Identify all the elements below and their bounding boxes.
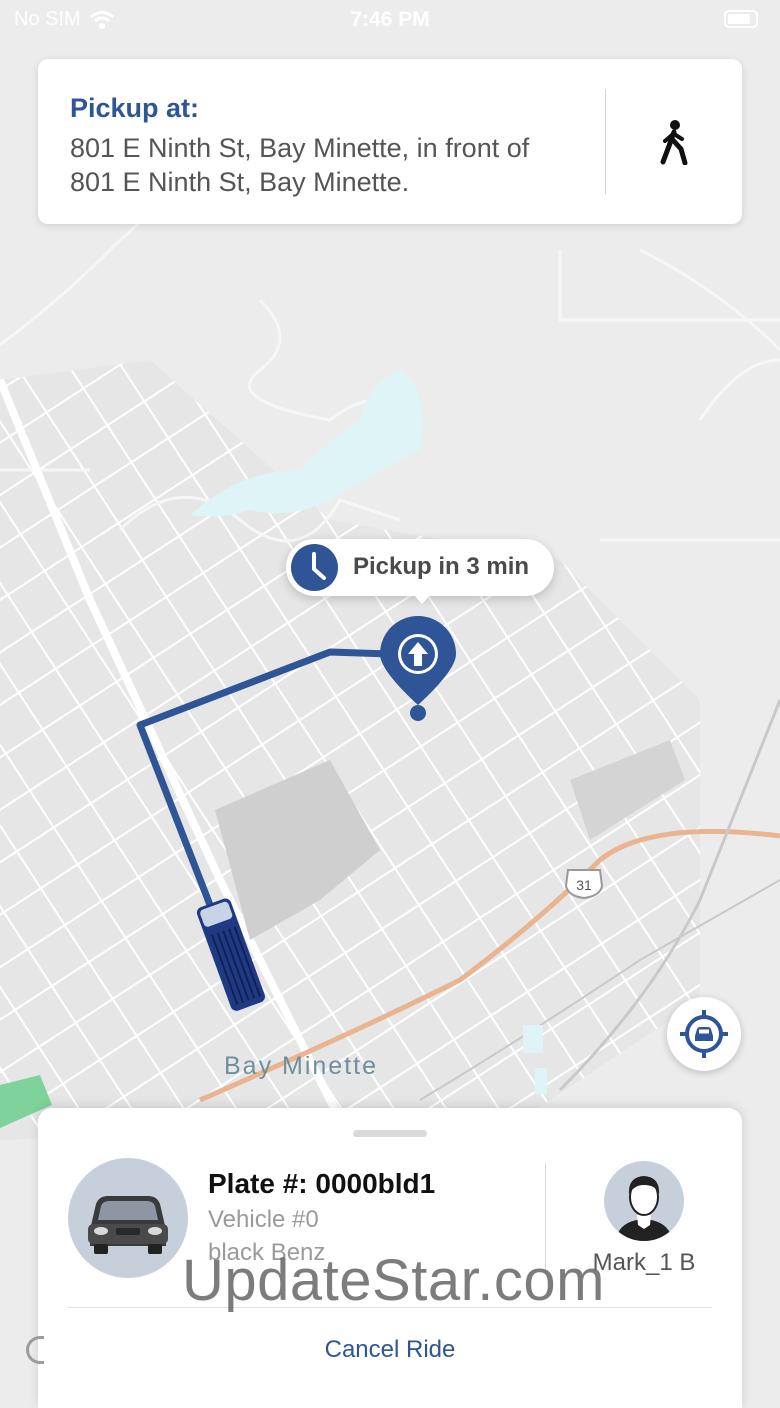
- status-time: 7:46 PM: [350, 8, 430, 31]
- walking-person-icon[interactable]: [653, 119, 695, 165]
- eta-bubble-tail: [413, 594, 431, 604]
- pickup-title: Pickup at:: [70, 93, 200, 123]
- pickup-card[interactable]: Pickup at: 801 E Ninth St, Bay Minette, …: [38, 59, 742, 224]
- cancel-ride-button[interactable]: Cancel Ride: [38, 1336, 742, 1364]
- battery-icon: [724, 10, 758, 28]
- car-icon: [88, 1196, 168, 1254]
- highway-shield: 31: [564, 869, 604, 900]
- vehicle-avatar: [68, 1158, 188, 1278]
- pickup-address: 801 E Ninth St, Bay Minette, in front of…: [70, 133, 530, 197]
- watermark: UpdateStar.com: [182, 1248, 605, 1313]
- status-bar: No SIM 7:46 PM: [0, 0, 780, 40]
- locate-vehicle-icon: [680, 1010, 728, 1058]
- locate-vehicle-button[interactable]: [667, 997, 741, 1071]
- clock-icon: [291, 544, 338, 591]
- eta-bubble: Pickup in 3 min: [286, 539, 554, 604]
- sheet-drag-handle[interactable]: [353, 1130, 427, 1137]
- pickup-divider: [605, 89, 606, 194]
- town-label: Bay Minette: [224, 1052, 379, 1080]
- plate-number: Plate #: 0000bld1: [208, 1168, 436, 1199]
- vehicle-number: Vehicle #0: [208, 1206, 319, 1233]
- driver-person-icon: [616, 1176, 672, 1241]
- svg-text:31: 31: [576, 877, 592, 893]
- eta-label: Pickup in 3 min: [353, 553, 530, 580]
- driver-avatar[interactable]: [604, 1161, 684, 1241]
